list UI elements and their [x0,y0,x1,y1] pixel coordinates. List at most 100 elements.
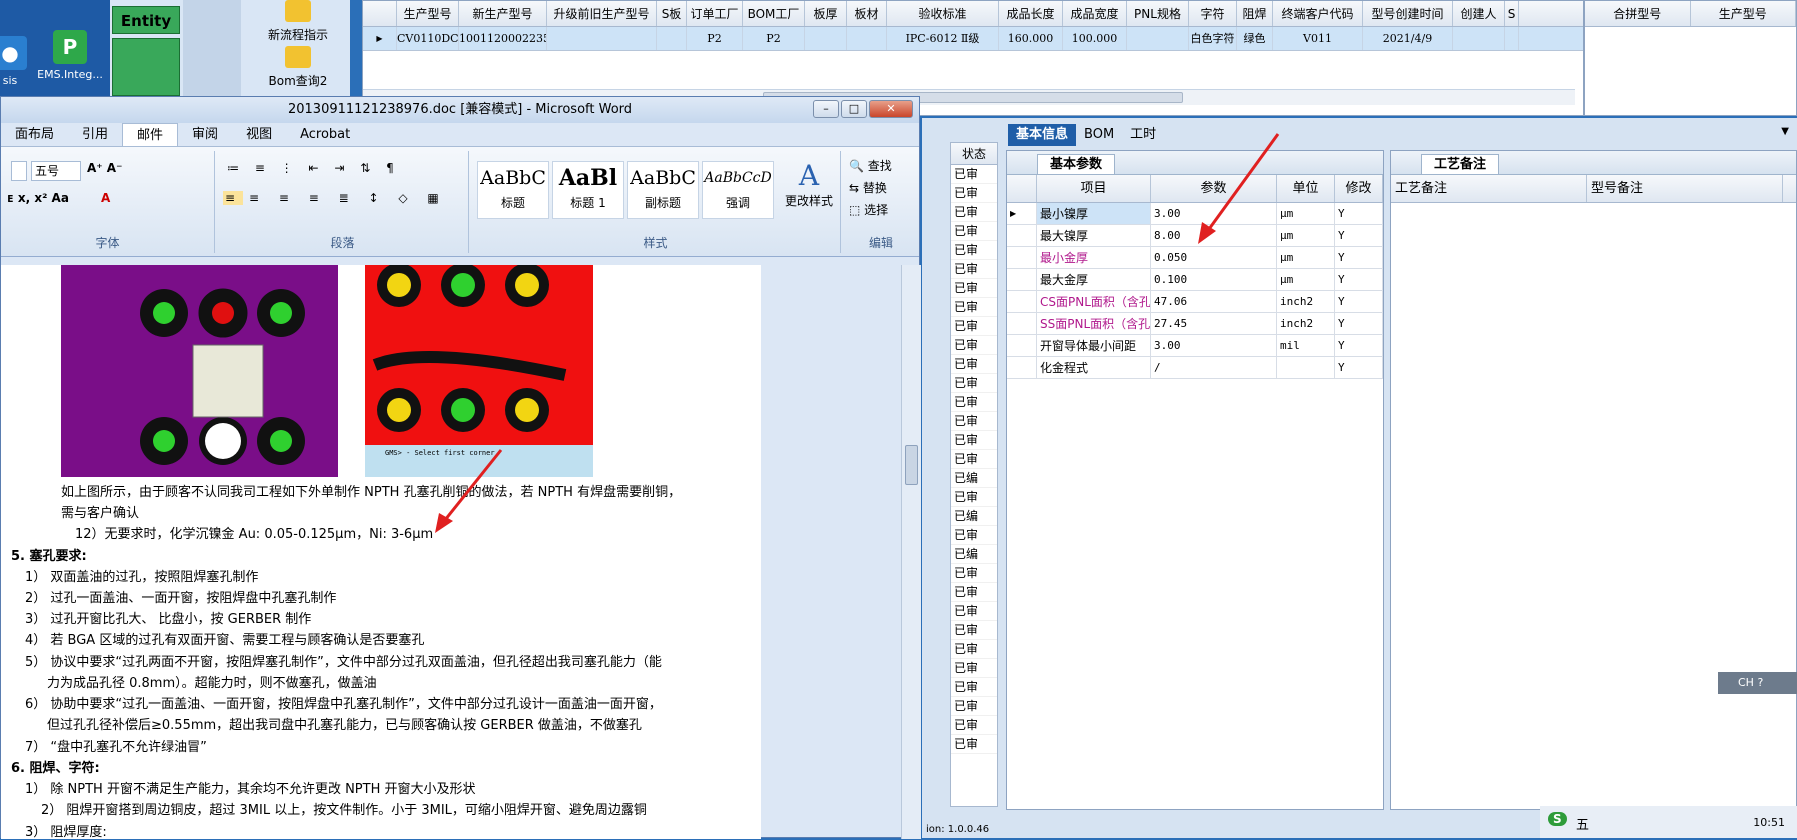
grid-cell[interactable] [547,27,657,50]
ime-toolbar[interactable]: CH ? [1718,672,1797,694]
row-indicator[interactable]: ▶ [363,27,397,50]
col-merge-model[interactable]: 合拼型号 [1585,1,1691,26]
param-row[interactable]: 化金程式 / Y [1007,357,1383,379]
col-item[interactable]: 项目 [1037,175,1151,202]
status-header[interactable]: 状态 [951,143,997,165]
ribbon-tab[interactable]: 视图 [232,123,286,146]
change-styles-button[interactable]: A 更改样式 [781,159,837,209]
grid-cell[interactable] [1453,27,1505,50]
grid-col-header[interactable]: 新生产型号 [459,1,547,26]
ribbon-tab[interactable]: 引用 [68,123,122,146]
col-craft-notes[interactable]: 工艺备注 [1391,175,1587,202]
grid-col-header[interactable]: 板材 [847,1,887,26]
status-cell[interactable]: 已审 [951,393,997,412]
desktop-icon-ems[interactable]: P EMS.Integ... [30,30,110,81]
grid-cell[interactable] [1505,27,1519,50]
status-cell[interactable]: 已审 [951,165,997,184]
ribbon-tab[interactable]: 邮件 [122,123,179,146]
status-cell[interactable]: 已审 [951,431,997,450]
ime-mode[interactable]: 五 [1576,814,1589,833]
grid-col-header[interactable]: 字符 [1189,1,1237,26]
status-cell[interactable]: 已编 [951,545,997,564]
tab-basic-info[interactable]: 基本信息 [1008,124,1077,146]
grid-col-header[interactable]: 成品长度 [999,1,1063,26]
row-indicator[interactable] [1007,313,1037,334]
grid-col-header[interactable]: 阻焊 [1237,1,1273,26]
row-indicator[interactable]: ▶ [1007,203,1037,224]
status-column[interactable]: 状态 已审 已审 已审 已审 已审 已审 已审 已审 已审 已审 已审 已审 已审 已审 已审 已审 已编 已审已… [950,142,998,807]
status-cell[interactable]: 已审 [951,317,997,336]
grid-col-header[interactable]: S [1505,1,1519,26]
model-grid-row[interactable]: ▶CV0110DCA010011200022357 P2P2 IPC-6012 Ⅱ级… [363,27,1583,51]
status-cell[interactable]: 已审 [951,241,997,260]
grid-col-header[interactable]: 升级前旧生产型号 [547,1,657,26]
grid-col-header[interactable]: 型号创建时间 [1363,1,1453,26]
maximize-button[interactable]: □ [841,100,867,118]
grid-col-header[interactable]: PNL规格 [1127,1,1189,26]
status-cell[interactable]: 已审 [951,279,997,298]
entity-button[interactable]: Entity [112,6,180,34]
status-cell[interactable]: 已审 [951,640,997,659]
status-cell[interactable]: 已审 [951,298,997,317]
style-3[interactable]: AaBbCcD 强调 [702,161,774,219]
craft-notes-tab[interactable]: 工艺备注 [1421,154,1500,175]
status-cell[interactable]: 已审 [951,260,997,279]
style-2[interactable]: AaBbC 副标题 [627,161,699,219]
param-value[interactable]: 0.050 [1151,247,1277,268]
param-row[interactable]: 最大金厚 0.100 μm Y [1007,269,1383,291]
grid-cell[interactable]: 绿色 [1237,27,1273,50]
status-cell[interactable]: 已审 [951,716,997,735]
status-cell[interactable]: 已审 [951,678,997,697]
help-icon[interactable]: ? [1757,676,1763,689]
grid-col-header[interactable]: 订单工厂 [687,1,743,26]
row-indicator[interactable] [1007,357,1037,378]
grid-cell[interactable] [847,27,887,50]
font-name-box[interactable] [11,161,27,181]
grid-cell[interactable] [1127,27,1189,50]
select-button[interactable]: ⬚ 选择 [849,201,888,218]
dropdown-arrow-icon[interactable]: ▼ [1781,126,1789,137]
param-value[interactable]: 27.45 [1151,313,1277,334]
grid-col-header[interactable]: 终端客户代码 [1273,1,1363,26]
param-value[interactable]: / [1151,357,1277,378]
grid-col-header[interactable]: 验收标准 [887,1,999,26]
ribbon-tab[interactable]: Acrobat [286,123,364,146]
grid-cell[interactable]: 白色字符 [1189,27,1237,50]
replace-button[interactable]: ⇆ 替换 [849,179,887,196]
word-vertical-scrollbar[interactable] [901,265,921,839]
status-cell[interactable]: 已审 [951,184,997,203]
grid-col-header[interactable]: 板厚 [805,1,847,26]
status-cell[interactable]: 已审 [951,222,997,241]
align-left-icon[interactable]: ≡ [223,191,244,205]
param-value[interactable]: 0.100 [1151,269,1277,290]
grid-cell[interactable]: IPC-6012 Ⅱ级 [887,27,999,50]
status-cell[interactable]: 已审 [951,355,997,374]
style-1[interactable]: AaBl 标题 1 [552,161,624,219]
status-cell[interactable]: 已编 [951,507,997,526]
new-flow-button[interactable]: 新流程指示 [258,0,338,43]
col-modify[interactable]: 修改 [1335,175,1383,202]
status-cell[interactable]: 已审 [951,583,997,602]
param-value[interactable]: 3.00 [1151,335,1277,356]
format-icons[interactable]: ᴇ x, x² Aa [7,191,69,205]
status-cell[interactable]: 已审 [951,374,997,393]
style-0[interactable]: AaBbC 标题 [477,161,549,219]
grid-col-header[interactable]: 创建人 [1453,1,1505,26]
row-indicator[interactable] [1007,247,1037,268]
row-indicator[interactable] [1007,269,1037,290]
col-production-model[interactable]: 生产型号 [1691,1,1796,26]
bom-query-button[interactable]: Bom查询2 [258,46,338,89]
tab-bom[interactable]: BOM [1076,124,1122,146]
desktop-icon-sis[interactable]: ● sis [0,36,34,87]
ribbon-tab[interactable]: 审阅 [178,123,232,146]
param-row[interactable]: SS面PNL面积（含孔） 27.45 inch2 Y [1007,313,1383,335]
word-title-bar[interactable]: 20130911121238976.doc [兼容模式] - Microsoft… [1,97,919,123]
grid-cell[interactable] [805,27,847,50]
grid-cell[interactable]: P2 [687,27,743,50]
grid-cell[interactable]: CV0110DCA0 [397,27,459,50]
col-model-notes[interactable]: 型号备注 [1587,175,1783,202]
status-cell[interactable]: 已审 [951,659,997,678]
grow-font-icon[interactable]: A⁺ A⁻ [87,161,122,175]
scrollbar-thumb[interactable] [905,445,918,485]
status-cell[interactable]: 已审 [951,564,997,583]
